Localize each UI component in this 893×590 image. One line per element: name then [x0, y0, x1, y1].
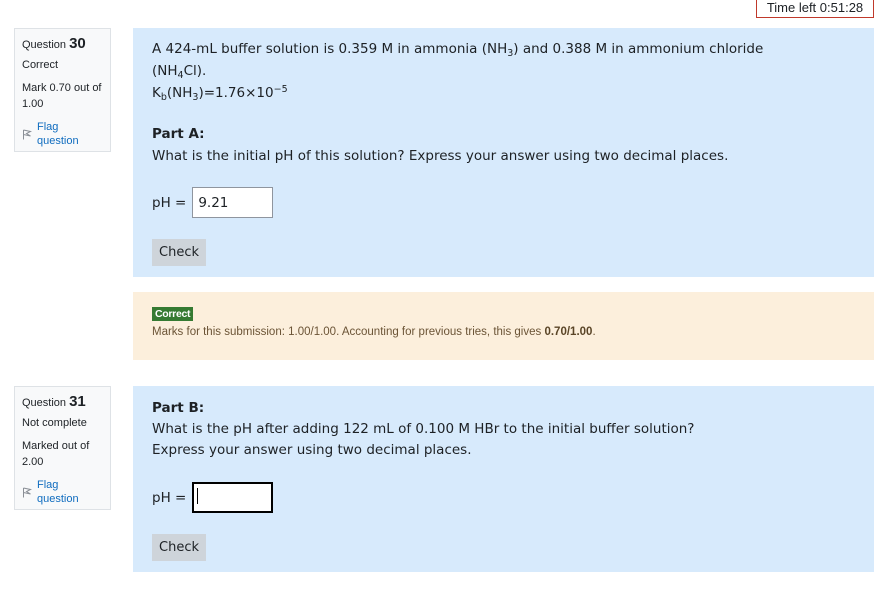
question-30-info: Question 30 Correct Mark 0.70 out of 1.0… [14, 28, 111, 152]
text-caret [197, 488, 199, 504]
flag-question-label: Flag question [37, 479, 79, 505]
flag-icon [22, 487, 32, 498]
feedback-score: 0.70/1.00 [544, 326, 593, 338]
part-a-answer-row: pH = [152, 187, 274, 218]
question-grade: Marked out of 2.00 [22, 438, 103, 470]
part-b-label: Part B: [152, 400, 205, 416]
question-30-feedback: Correct Marks for this submission: 1.00/… [133, 292, 874, 360]
flag-question-button[interactable]: Flag question [22, 120, 103, 148]
part-a-prompt: What is the initial pH of this solution?… [152, 148, 729, 164]
grade-line-1: Marked out of [22, 440, 90, 452]
question-intro-line-1: A 424-mL buffer solution is 0.359 M in a… [152, 41, 764, 59]
question-30-formulation: A 424-mL buffer solution is 0.359 M in a… [133, 28, 874, 277]
part-a-label: Part A: [152, 126, 205, 142]
question-number-prefix: Question [22, 397, 67, 409]
kb-value: Kb(NH3)=1.76×10−5 [152, 84, 288, 103]
question-state: Not complete [22, 417, 87, 429]
question-intro-line-2: (NH4Cl). [152, 63, 207, 81]
time-left-timer: Time left 0:51:28 [756, 0, 874, 18]
question-31-info: Question 31 Not complete Marked out of 2… [14, 386, 111, 510]
question-number: Question 31 [22, 393, 103, 412]
flag-icon [22, 129, 32, 140]
check-button[interactable]: Check [152, 239, 206, 266]
ph-answer-input-wrap [192, 482, 274, 513]
grade-line-1: Mark 0.70 out of [22, 82, 102, 94]
ph-answer-input[interactable] [192, 482, 274, 513]
correct-badge: Correct [152, 307, 194, 321]
flag-question-button[interactable]: Flag question [22, 478, 103, 506]
grade-line-2: 2.00 [22, 456, 44, 468]
flag-question-label: Flag question [37, 121, 79, 147]
question-number-value: 31 [69, 393, 86, 410]
ph-answer-label: pH = [152, 489, 187, 506]
question-number-prefix: Question [22, 39, 67, 51]
ph-answer-input[interactable] [192, 187, 274, 218]
question-31-formulation: Part B: What is the pH after adding 122 … [133, 386, 874, 572]
question-grade: Mark 0.70 out of 1.00 [22, 80, 103, 112]
part-b-prompt-line-1: What is the pH after adding 122 mL of 0.… [152, 421, 695, 437]
ph-answer-label: pH = [152, 194, 187, 211]
feedback-text: Marks for this submission: 1.00/1.00. Ac… [152, 326, 596, 338]
part-b-answer-row: pH = [152, 482, 274, 513]
question-number: Question 30 [22, 35, 103, 54]
question-number-value: 30 [69, 35, 86, 52]
grade-line-2: 1.00 [22, 98, 44, 110]
check-button[interactable]: Check [152, 534, 206, 561]
part-b-prompt-line-2: Express your answer using two decimal pl… [152, 442, 472, 458]
question-state: Correct [22, 59, 59, 71]
